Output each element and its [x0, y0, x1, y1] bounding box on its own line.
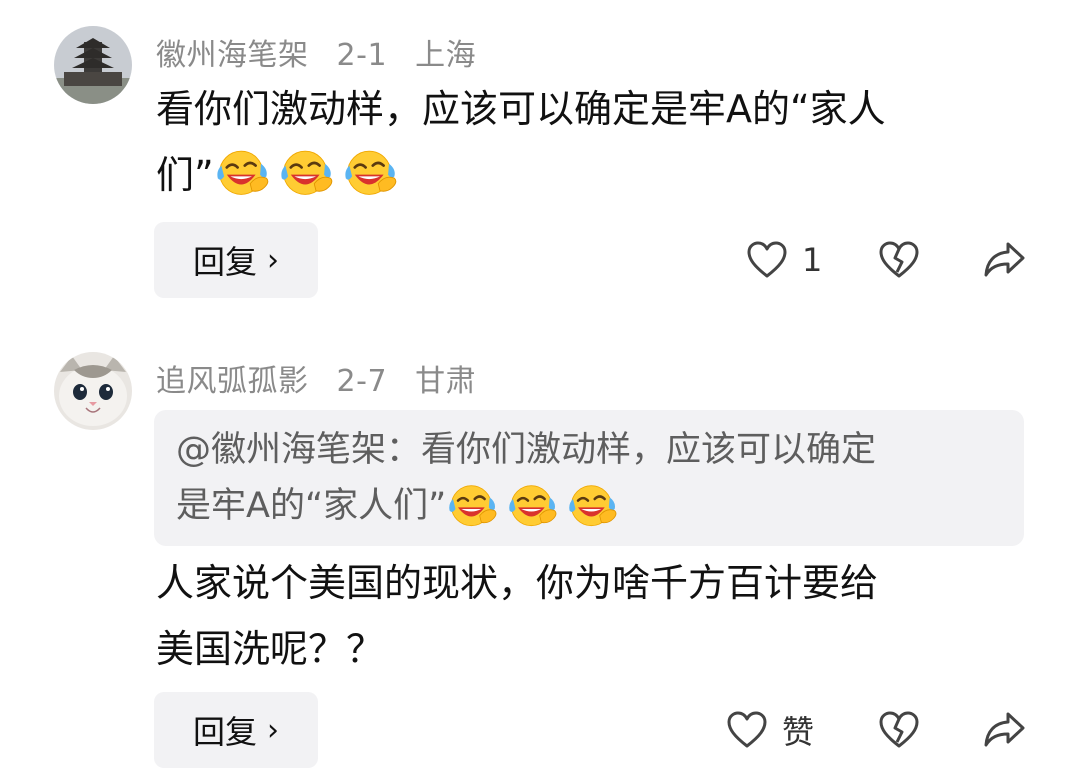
laughing-crying-emoji-icon — [342, 144, 400, 198]
comment-location: 上海 — [415, 38, 477, 73]
comment-actions: 赞 — [0, 700, 1080, 760]
broken-heart-icon — [879, 711, 919, 748]
heart-outline-icon — [747, 241, 787, 278]
like-count: 1 — [802, 241, 823, 279]
quoted-text-line: 是牢A的“家人们” — [176, 478, 1006, 534]
author-name[interactable]: 追风弧孤影 — [156, 364, 309, 399]
share-arrow-icon — [984, 712, 1025, 747]
quoted-text-line: @徽州海笔架：看你们激动样，应该可以确定 — [176, 430, 877, 470]
comment-meta: 追风弧孤影 2-7 甘肃 — [156, 356, 494, 400]
dislike-button[interactable] — [878, 710, 920, 754]
comment-location: 甘肃 — [415, 364, 477, 399]
comment-text-line: 美国洗呢？？ — [156, 627, 385, 671]
laughing-crying-emoji-icon — [278, 144, 336, 198]
comment-text-line: 看你们激动样，应该可以确定是牢A的“家人 — [156, 87, 886, 131]
laughing-crying-emoji-icon — [506, 479, 560, 529]
share-button[interactable] — [982, 240, 1026, 284]
laughing-crying-emoji-icon — [446, 479, 500, 529]
like-button[interactable]: 赞 — [726, 700, 814, 760]
heart-outline-icon — [727, 711, 767, 748]
avatar[interactable] — [54, 26, 132, 104]
laughing-crying-emoji-icon — [214, 144, 272, 198]
comment-text: 看你们激动样，应该可以确定是牢A的“家人 们” — [156, 76, 1016, 208]
comment-text: 人家说个美国的现状，你为啥千方百计要给 美国洗呢？？ — [156, 550, 1016, 682]
like-button[interactable]: 1 — [746, 230, 822, 290]
comment-actions: 1 — [0, 230, 1080, 290]
laughing-crying-emoji-icon — [566, 479, 620, 529]
comment-text-segment: 们” — [156, 153, 214, 197]
avatar[interactable] — [54, 352, 132, 430]
comment-text-line: 们” — [156, 142, 1016, 208]
comment-date: 2-7 — [336, 364, 388, 399]
quoted-comment[interactable]: @徽州海笔架：看你们激动样，应该可以确定 是牢A的“家人们” — [154, 410, 1024, 546]
comment-date: 2-1 — [336, 38, 388, 73]
share-button[interactable] — [982, 710, 1026, 754]
comment-text-line: 人家说个美国的现状，你为啥千方百计要给 — [156, 561, 879, 605]
share-arrow-icon — [984, 242, 1025, 277]
broken-heart-icon — [879, 241, 919, 278]
author-name[interactable]: 徽州海笔架 — [156, 38, 309, 73]
comment-meta: 徽州海笔架 2-1 上海 — [156, 30, 494, 74]
quoted-text-segment: 是牢A的“家人们” — [176, 486, 447, 526]
like-label: 赞 — [782, 713, 815, 751]
dislike-button[interactable] — [878, 240, 920, 284]
quoted-comment-text: @徽州海笔架：看你们激动样，应该可以确定 是牢A的“家人们” — [176, 422, 1006, 534]
